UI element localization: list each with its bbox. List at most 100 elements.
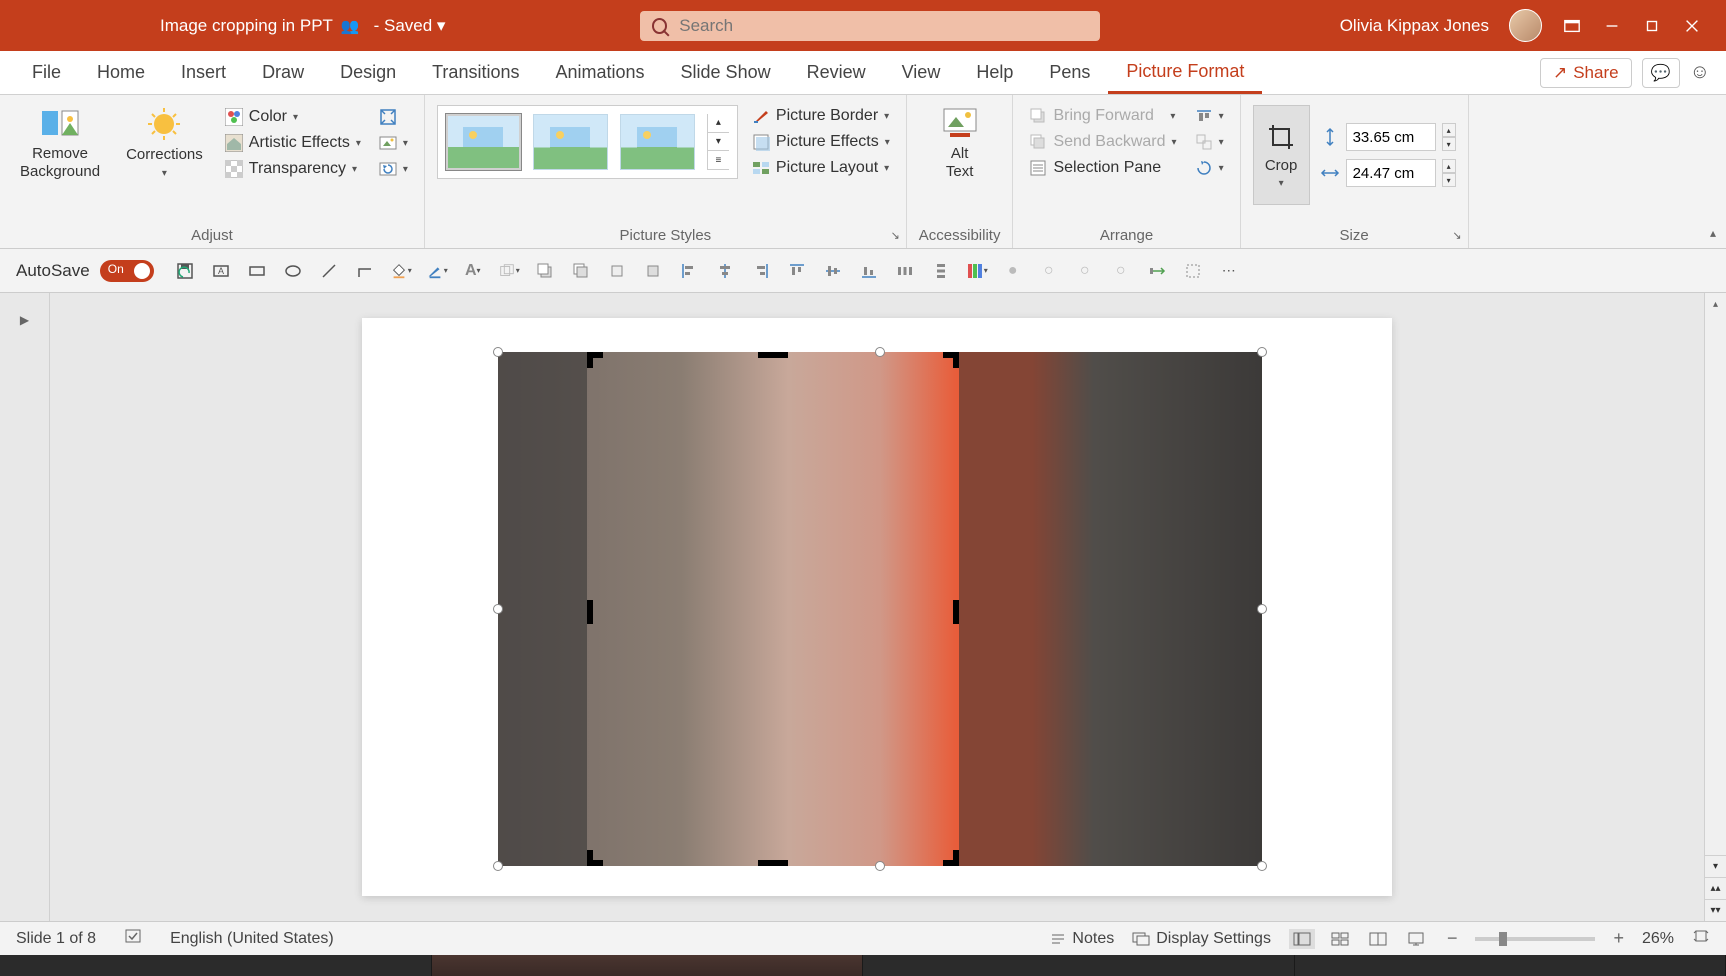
minimize-icon[interactable] bbox=[1602, 16, 1622, 36]
zoom-in-icon[interactable]: + bbox=[1613, 928, 1624, 949]
elbow-connector-icon[interactable] bbox=[354, 260, 376, 282]
account-name[interactable]: Olivia Kippax Jones bbox=[1340, 16, 1489, 36]
notes-button[interactable]: Notes bbox=[1050, 930, 1114, 948]
crop-handle-b[interactable] bbox=[758, 860, 788, 866]
comments-button[interactable]: 💬 bbox=[1642, 58, 1680, 88]
gallery-down-icon[interactable]: ▾ bbox=[708, 133, 729, 152]
share-button[interactable]: ↗ Share bbox=[1540, 58, 1632, 88]
width-spinner[interactable]: ▴▾ bbox=[1442, 159, 1456, 187]
send-back-icon[interactable] bbox=[570, 260, 592, 282]
send-backward-icon[interactable] bbox=[642, 260, 664, 282]
autosave-toggle[interactable]: On bbox=[100, 260, 154, 282]
gallery-more-icon[interactable]: ≡ bbox=[708, 151, 729, 170]
close-icon[interactable] bbox=[1682, 16, 1702, 36]
search-input[interactable] bbox=[679, 16, 1088, 36]
corrections-button[interactable]: Corrections ▾ bbox=[118, 106, 211, 180]
tab-design[interactable]: Design bbox=[322, 51, 414, 94]
tab-draw[interactable]: Draw bbox=[244, 51, 322, 94]
zoom-percent[interactable]: 26% bbox=[1642, 930, 1674, 948]
sel-handle-tr[interactable] bbox=[1257, 347, 1267, 357]
crop-button[interactable]: Crop ▾ bbox=[1253, 105, 1310, 205]
fit-to-window-icon[interactable] bbox=[1692, 927, 1710, 950]
circle-2-icon[interactable]: ○ bbox=[1038, 260, 1060, 282]
slide-counter[interactable]: Slide 1 of 8 bbox=[16, 930, 96, 948]
language-label[interactable]: English (United States) bbox=[170, 930, 334, 948]
selected-picture[interactable] bbox=[498, 352, 1262, 866]
alt-text-button[interactable]: Alt Text bbox=[925, 105, 995, 181]
display-settings-button[interactable]: Display Settings bbox=[1132, 930, 1271, 948]
circle-3-icon[interactable]: ○ bbox=[1074, 260, 1096, 282]
merge-shapes-icon[interactable]: ▾ bbox=[498, 260, 520, 282]
misc-tool-icon[interactable] bbox=[1182, 260, 1204, 282]
crop-handle-tl-v[interactable] bbox=[587, 352, 593, 368]
rotate-button[interactable]: ▾ bbox=[1191, 157, 1228, 179]
bring-front-icon[interactable] bbox=[534, 260, 556, 282]
expand-thumbnails-icon[interactable]: ▶ bbox=[20, 313, 29, 921]
artistic-effects-button[interactable]: Artistic Effects▾ bbox=[221, 132, 365, 154]
width-input[interactable] bbox=[1346, 159, 1436, 187]
rect-shape-icon[interactable] bbox=[246, 260, 268, 282]
size-launcher-icon[interactable]: ↘ bbox=[1452, 229, 1461, 242]
zoom-thumb[interactable] bbox=[1499, 932, 1507, 946]
transparency-button[interactable]: Transparency▾ bbox=[221, 158, 365, 180]
color-button[interactable]: Color▾ bbox=[221, 106, 365, 128]
spellcheck-icon[interactable] bbox=[124, 927, 142, 950]
collapse-ribbon-icon[interactable]: ▴ bbox=[1710, 226, 1716, 240]
gallery-up-icon[interactable]: ▴ bbox=[708, 114, 729, 133]
line-shape-icon[interactable] bbox=[318, 260, 340, 282]
scroll-down-icon[interactable]: ▾ bbox=[1705, 855, 1726, 877]
picture-styles-gallery[interactable]: ▴ ▾ ≡ bbox=[437, 105, 738, 179]
crop-handle-br-v[interactable] bbox=[953, 850, 959, 866]
crop-handle-tr-v[interactable] bbox=[953, 352, 959, 368]
picture-effects-button[interactable]: Picture Effects▾ bbox=[748, 131, 894, 153]
os-taskbar[interactable] bbox=[0, 955, 1726, 976]
tab-review[interactable]: Review bbox=[789, 51, 884, 94]
scroll-up-icon[interactable]: ▴ bbox=[1705, 293, 1726, 315]
distribute-v-icon[interactable] bbox=[930, 260, 952, 282]
sel-handle-t[interactable] bbox=[875, 347, 885, 357]
reading-view-icon[interactable] bbox=[1365, 929, 1391, 949]
next-slide-icon[interactable]: ▾▾ bbox=[1705, 899, 1726, 921]
shape-fill-icon[interactable]: ▾ bbox=[390, 260, 412, 282]
circle-1-icon[interactable]: ● bbox=[1002, 260, 1024, 282]
avatar[interactable] bbox=[1509, 9, 1542, 42]
zoom-out-icon[interactable]: − bbox=[1447, 928, 1458, 949]
bring-forward-button[interactable]: Bring Forward ▾ bbox=[1025, 105, 1180, 127]
crop-handle-l[interactable] bbox=[587, 600, 593, 624]
insert-link-icon[interactable] bbox=[1146, 260, 1168, 282]
shape-outline-icon[interactable]: ▾ bbox=[426, 260, 448, 282]
sel-handle-l[interactable] bbox=[493, 604, 503, 614]
textbox-icon[interactable]: A bbox=[210, 260, 232, 282]
align-bottom-icon[interactable] bbox=[858, 260, 880, 282]
sel-handle-bl[interactable] bbox=[493, 861, 503, 871]
selection-pane-button[interactable]: Selection Pane bbox=[1025, 157, 1180, 179]
height-input[interactable] bbox=[1346, 123, 1436, 151]
style-thumb-1[interactable] bbox=[446, 114, 521, 170]
styles-launcher-icon[interactable]: ↘ bbox=[891, 229, 900, 242]
zoom-slider[interactable] bbox=[1475, 937, 1595, 941]
slide-sorter-icon[interactable] bbox=[1327, 929, 1353, 949]
tab-home[interactable]: Home bbox=[79, 51, 163, 94]
remove-background-button[interactable]: Remove Background bbox=[12, 105, 108, 181]
tab-animations[interactable]: Animations bbox=[537, 51, 662, 94]
send-backward-button[interactable]: Send Backward▾ bbox=[1025, 131, 1180, 153]
tab-view[interactable]: View bbox=[884, 51, 959, 94]
change-picture-button[interactable]: ▾ bbox=[375, 132, 412, 154]
feedback-smiley-icon[interactable]: ☺ bbox=[1690, 61, 1710, 84]
thumbnail-pane-collapsed[interactable]: ▶ bbox=[0, 293, 50, 921]
height-spinner[interactable]: ▴▾ bbox=[1442, 123, 1456, 151]
tab-file[interactable]: File bbox=[14, 51, 79, 94]
normal-view-icon[interactable] bbox=[1289, 929, 1315, 949]
distribute-h-icon[interactable] bbox=[894, 260, 916, 282]
bring-forward-icon[interactable] bbox=[606, 260, 628, 282]
tab-slide-show[interactable]: Slide Show bbox=[663, 51, 789, 94]
tab-help[interactable]: Help bbox=[958, 51, 1031, 94]
crop-handle-t[interactable] bbox=[758, 352, 788, 358]
prev-slide-icon[interactable]: ▴▴ bbox=[1705, 877, 1726, 899]
align-center-h-icon[interactable] bbox=[714, 260, 736, 282]
search-box[interactable] bbox=[640, 11, 1100, 41]
oval-shape-icon[interactable] bbox=[282, 260, 304, 282]
style-thumb-3[interactable] bbox=[620, 114, 695, 170]
align-left-icon[interactable] bbox=[678, 260, 700, 282]
compress-pictures-button[interactable] bbox=[375, 106, 412, 128]
